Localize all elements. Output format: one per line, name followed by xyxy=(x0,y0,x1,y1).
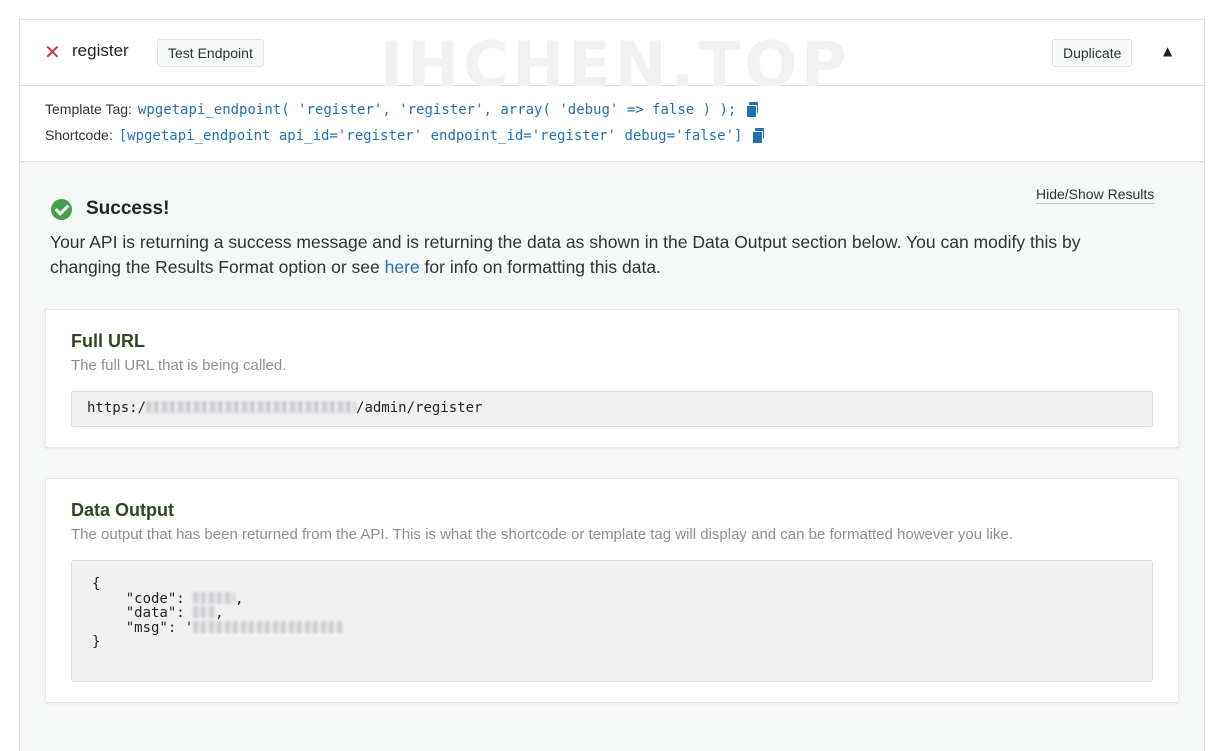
success-message-end: for info on formatting this data. xyxy=(419,257,661,277)
url-suffix: /admin/register xyxy=(356,400,483,416)
full-url-card: Full URL The full URL that is being call… xyxy=(45,309,1179,448)
full-url-title: Full URL xyxy=(71,331,145,351)
redacted-msg-value xyxy=(193,620,344,633)
full-url-description: The full URL that is being called. xyxy=(71,357,287,374)
redacted-code-value xyxy=(193,591,236,604)
check-circle-icon xyxy=(51,199,72,220)
json-msg-key: "msg": ' xyxy=(125,619,194,636)
json-close-brace: } xyxy=(92,634,101,650)
template-tag-row: Template Tag: wpgetapi_endpoint( 'registe… xyxy=(45,101,759,118)
data-output-box[interactable]: { "code": , "data": , "msg": ' } xyxy=(71,560,1153,682)
duplicate-button[interactable]: Duplicate xyxy=(1052,39,1133,67)
endpoint-name: register xyxy=(72,41,129,60)
data-output-description: The output that has been returned from t… xyxy=(71,526,1013,543)
shortcode-value[interactable]: [wpgetapi_endpoint api_id='register' end… xyxy=(119,128,743,144)
json-open-brace: { xyxy=(92,576,101,592)
tag-section: Template Tag: wpgetapi_endpoint( 'registe… xyxy=(20,86,1204,162)
data-output-title: Data Output xyxy=(71,500,174,520)
endpoint-header: JHCHEN.TOP WordPress 小程序 ✕ register Test… xyxy=(20,20,1204,118)
redacted-data-value xyxy=(193,606,216,618)
redacted-host xyxy=(146,401,357,413)
hide-show-results-button[interactable]: Hide/Show Results xyxy=(1036,186,1155,204)
template-tag-value[interactable]: wpgetapi_endpoint( 'register', 'register… xyxy=(138,102,736,118)
copy-icon[interactable] xyxy=(746,102,759,118)
test-endpoint-button[interactable]: Test Endpoint xyxy=(157,39,264,67)
shortcode-row: Shortcode: [wpgetapi_endpoint api_id='reg… xyxy=(45,127,765,144)
triangle-up-icon[interactable]: ▲ xyxy=(1163,44,1172,58)
success-title: Success! xyxy=(86,198,170,219)
formatting-info-link[interactable]: here xyxy=(385,257,420,277)
template-tag-label: Template Tag: xyxy=(45,101,132,117)
url-prefix: https:/ xyxy=(87,400,147,416)
data-output-card: Data Output The output that has been ret… xyxy=(45,478,1179,703)
success-message: Your API is returning a success message … xyxy=(50,230,1130,280)
close-icon[interactable]: ✕ xyxy=(44,42,61,62)
copy-icon[interactable] xyxy=(752,128,765,144)
shortcode-label: Shortcode: xyxy=(45,127,113,143)
full-url-field[interactable]: https:/ /admin/register xyxy=(71,391,1153,427)
